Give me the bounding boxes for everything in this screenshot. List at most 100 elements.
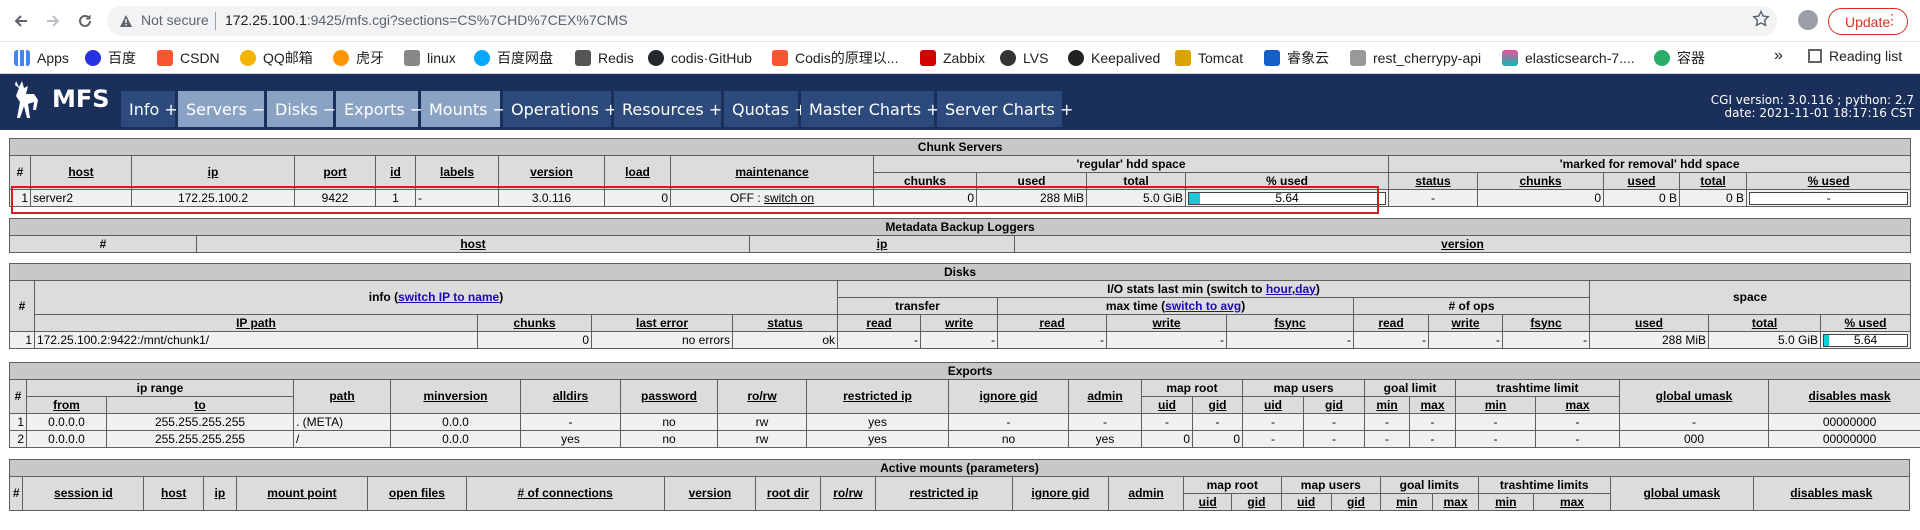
- col-restricted-ip[interactable]: restricted ip: [806, 379, 949, 414]
- col-ip-path[interactable]: IP path: [34, 314, 478, 332]
- tab-exports[interactable]: Exports −: [336, 91, 423, 127]
- col-read[interactable]: read: [1353, 314, 1429, 332]
- col-root-dir[interactable]: root dir: [755, 476, 821, 511]
- tab-servers[interactable]: Servers −: [178, 91, 265, 127]
- col-write[interactable]: write: [920, 314, 998, 332]
- col-max[interactable]: max: [1532, 493, 1611, 511]
- bookmark-ruixiangyun[interactable]: 睿象云: [1264, 48, 1329, 68]
- col-ignore-gid[interactable]: ignore gid: [948, 379, 1069, 414]
- switch-day-link[interactable]: day: [1295, 282, 1316, 296]
- bookmarks-more-chevron-icon[interactable]: »: [1774, 47, 1783, 65]
- col-gid[interactable]: gid: [1231, 493, 1282, 511]
- bookmark-apps[interactable]: Apps: [14, 48, 69, 68]
- not-secure-label[interactable]: Not secure: [141, 12, 209, 28]
- col-from[interactable]: from: [26, 396, 107, 414]
- col-connections[interactable]: # of connections: [465, 476, 665, 511]
- col-status[interactable]: status: [1388, 172, 1478, 190]
- col-admin[interactable]: admin: [1108, 476, 1185, 511]
- bookmark-codis-github[interactable]: codis·GitHub: [648, 48, 752, 68]
- bookmark-container[interactable]: 容器: [1654, 48, 1705, 68]
- col-total[interactable]: total: [1708, 314, 1821, 332]
- col-disables-mask[interactable]: disables mask: [1767, 379, 1920, 414]
- bookmark-tomcat[interactable]: Tomcat: [1175, 48, 1243, 68]
- col-admin[interactable]: admin: [1068, 379, 1142, 414]
- col-session-id[interactable]: session id: [22, 476, 145, 511]
- col-pct-used[interactable]: % used: [1819, 314, 1912, 332]
- col-password[interactable]: password: [620, 379, 718, 414]
- col-uid[interactable]: uid: [1183, 493, 1233, 511]
- col-global-umask[interactable]: global umask: [1609, 476, 1754, 511]
- col-version[interactable]: version: [498, 155, 605, 190]
- col-disables-mask[interactable]: disables mask: [1752, 476, 1911, 511]
- col-status[interactable]: status: [732, 314, 838, 332]
- col-ip[interactable]: ip: [202, 476, 237, 511]
- col-id[interactable]: id: [375, 155, 416, 190]
- col-ignore-gid[interactable]: ignore gid: [1011, 476, 1110, 511]
- bookmark-huya[interactable]: 虎牙: [333, 48, 384, 68]
- bookmark-qqmail[interactable]: QQ邮箱: [240, 48, 313, 68]
- col-gid[interactable]: gid: [1330, 493, 1382, 511]
- tab-disks[interactable]: Disks −: [267, 91, 336, 127]
- bookmark-baidu[interactable]: 百度: [85, 48, 136, 68]
- col-max[interactable]: max: [1409, 396, 1456, 414]
- col-min[interactable]: min: [1364, 396, 1410, 414]
- tab-info[interactable]: Info +: [121, 91, 178, 127]
- switch-hour-link[interactable]: hour: [1266, 282, 1292, 296]
- col-read[interactable]: read: [837, 314, 921, 332]
- bookmark-baidupan[interactable]: 百度网盘: [474, 48, 553, 68]
- col-version[interactable]: version: [1014, 235, 1911, 253]
- col-uid[interactable]: uid: [1280, 493, 1332, 511]
- bookmark-rest-cherrypy[interactable]: rest_cherrypy-api: [1350, 48, 1481, 68]
- switch-ip-to-name-link[interactable]: switch IP to name: [398, 290, 499, 304]
- bookmark-keepalived[interactable]: Keepalived: [1068, 48, 1160, 68]
- forward-arrow-icon[interactable]: [40, 8, 66, 34]
- col-write[interactable]: write: [1106, 314, 1227, 332]
- tab-operations[interactable]: Operations +: [503, 91, 617, 127]
- bookmark-linux[interactable]: linux: [404, 48, 456, 68]
- col-alldirs[interactable]: alldirs: [520, 379, 621, 414]
- warning-icon[interactable]: [119, 14, 133, 31]
- col-max[interactable]: max: [1535, 396, 1620, 414]
- col-gid[interactable]: gid: [1192, 396, 1243, 414]
- col-ip[interactable]: ip: [749, 235, 1015, 253]
- col-load[interactable]: load: [604, 155, 671, 190]
- col-to[interactable]: to: [106, 396, 294, 414]
- profile-avatar-icon[interactable]: [1798, 10, 1818, 30]
- col-mount-point[interactable]: mount point: [235, 476, 369, 511]
- tab-quotas[interactable]: Quotas +: [724, 91, 807, 127]
- col-minversion[interactable]: minversion: [390, 379, 521, 414]
- col-ip[interactable]: ip: [131, 155, 295, 190]
- col-host[interactable]: host: [143, 476, 204, 511]
- col-min[interactable]: min: [1380, 493, 1434, 511]
- col-used[interactable]: used: [1603, 172, 1680, 190]
- col-gid[interactable]: gid: [1303, 396, 1365, 414]
- col-max[interactable]: max: [1432, 493, 1479, 511]
- col-fsync[interactable]: fsync: [1502, 314, 1590, 332]
- tab-server-charts[interactable]: Server Charts +: [937, 91, 1073, 127]
- col-open-files[interactable]: open files: [367, 476, 467, 511]
- col-chunks[interactable]: chunks: [477, 314, 592, 332]
- col-labels[interactable]: labels: [415, 155, 499, 190]
- col-maintenance[interactable]: maintenance: [670, 155, 874, 190]
- col-uid[interactable]: uid: [1242, 396, 1304, 414]
- col-version[interactable]: version: [663, 476, 757, 511]
- col-port[interactable]: port: [294, 155, 376, 190]
- address-bar[interactable]: Not secure 172.25.100.1:9425/mfs.cgi?sec…: [107, 6, 1777, 36]
- col-read[interactable]: read: [997, 314, 1107, 332]
- bookmark-elasticsearch[interactable]: elasticsearch-7....: [1502, 48, 1635, 68]
- col-used[interactable]: used: [1589, 314, 1709, 332]
- bookmark-zabbix[interactable]: Zabbix: [920, 48, 985, 68]
- tab-master-charts[interactable]: Master Charts +: [801, 91, 940, 127]
- col-uid[interactable]: uid: [1141, 396, 1193, 414]
- col-host[interactable]: host: [30, 155, 132, 190]
- col-host[interactable]: host: [196, 235, 750, 253]
- col-pct-used[interactable]: % used: [1745, 172, 1912, 190]
- col-global-umask[interactable]: global umask: [1619, 379, 1769, 414]
- col-fsync[interactable]: fsync: [1226, 314, 1354, 332]
- col-total[interactable]: total: [1679, 172, 1747, 190]
- back-arrow-icon[interactable]: [8, 8, 34, 34]
- col-min[interactable]: min: [1477, 493, 1534, 511]
- col-restricted-ip[interactable]: restricted ip: [875, 476, 1013, 511]
- col-chunks[interactable]: chunks: [1477, 172, 1604, 190]
- bookmark-redis[interactable]: Redis: [575, 48, 634, 68]
